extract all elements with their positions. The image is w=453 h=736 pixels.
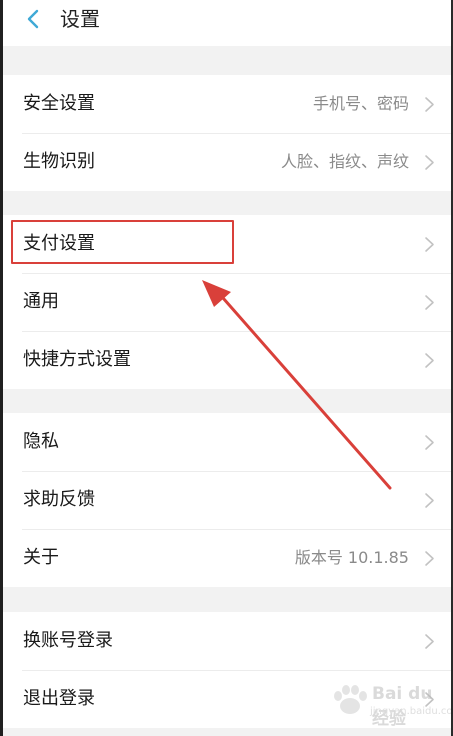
paw-icon <box>334 685 367 714</box>
annotation-arrow <box>202 280 392 490</box>
screen-edge-left <box>0 0 3 736</box>
watermark-url: jingyan.baidu.com <box>370 706 453 717</box>
baidu-watermark: Bai du 经验 jingyan.baidu.com <box>330 682 453 729</box>
